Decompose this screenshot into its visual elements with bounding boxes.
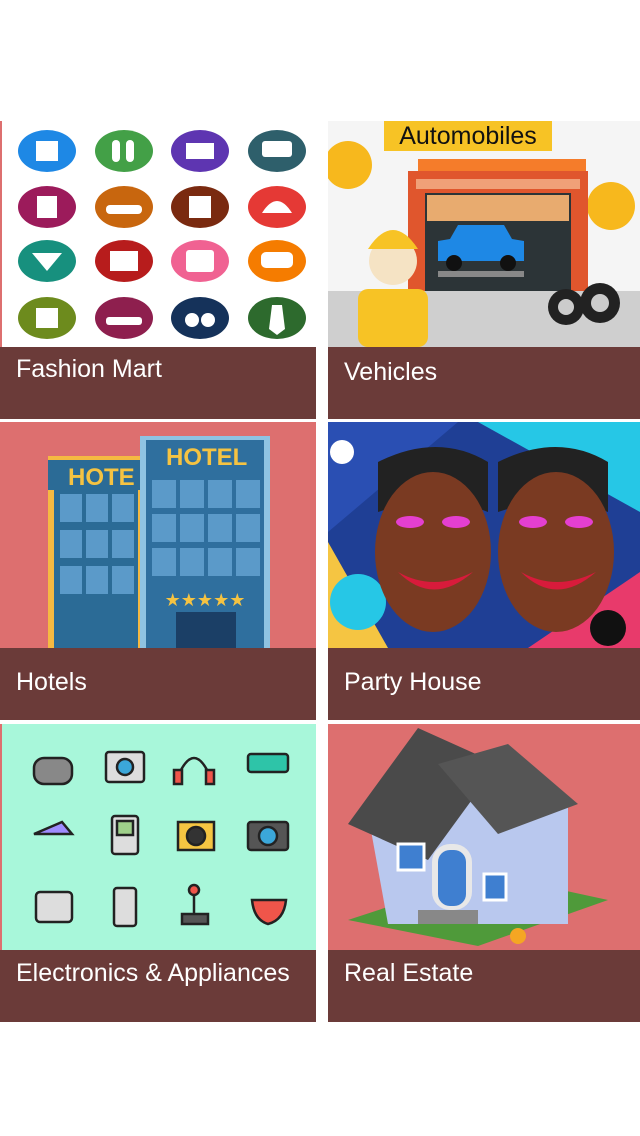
hotel-sign-right: HOTEL — [166, 444, 247, 471]
category-tile-electronics-appliances[interactable]: Electronics & Appliances — [0, 724, 316, 1022]
category-tile-hotels[interactable]: HOTE HOTEL ★★★★★ Hotels — [0, 422, 316, 720]
category-tile-real-estate[interactable]: Real Estate — [328, 724, 640, 1022]
automobiles-banner-text: Automobiles — [399, 122, 537, 150]
tile-caption: Party House — [328, 648, 640, 720]
hotel-sign-left: HOTE — [68, 464, 135, 491]
face-right — [498, 447, 614, 632]
tile-caption: Fashion Mart — [0, 347, 316, 419]
tile-caption: Real Estate — [328, 950, 640, 1022]
category-tile-party-house[interactable]: Party House — [328, 422, 640, 720]
tile-caption: Electronics & Appliances — [0, 950, 316, 1022]
category-tile-fashion-mart[interactable]: Fashion Mart — [0, 121, 316, 419]
party-house-image — [328, 422, 640, 648]
vehicles-image: Automobiles — [328, 121, 640, 347]
tile-caption: Vehicles — [328, 347, 640, 419]
real-estate-image — [328, 724, 640, 950]
tile-caption: Hotels — [0, 648, 316, 720]
fashion-icons-grid — [18, 130, 306, 339]
hotels-image: HOTE HOTEL ★★★★★ — [0, 422, 316, 648]
hotel-stars: ★★★★★ — [165, 590, 246, 611]
electronics-image — [0, 724, 316, 950]
face-left — [375, 447, 491, 632]
fashion-image — [0, 121, 316, 347]
category-tile-vehicles[interactable]: Automobiles Vehicles — [328, 121, 640, 419]
